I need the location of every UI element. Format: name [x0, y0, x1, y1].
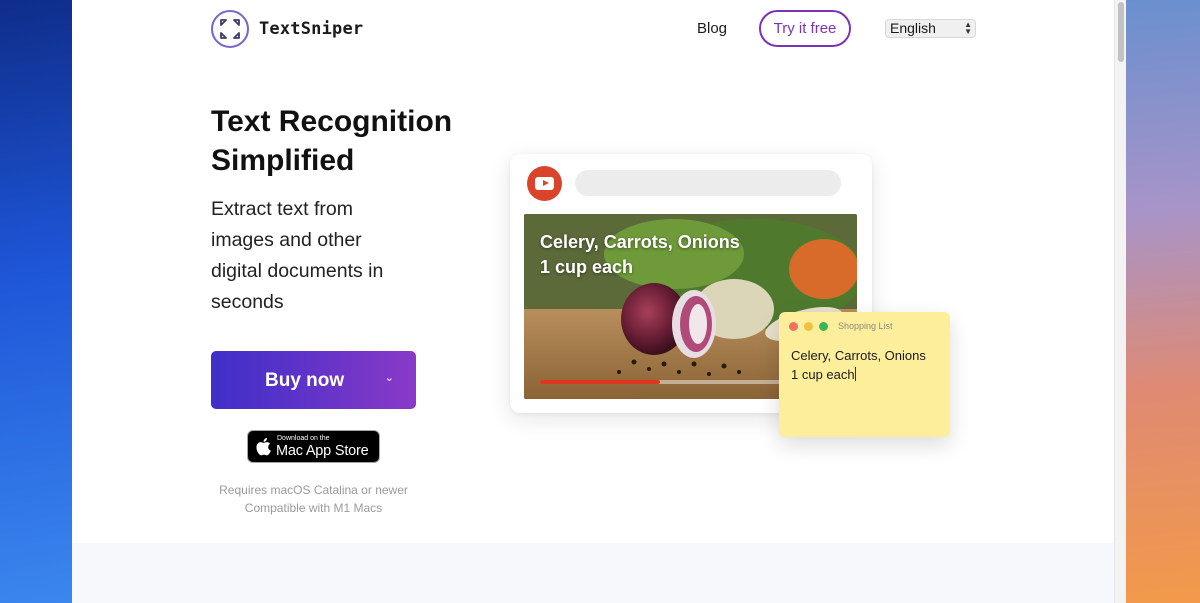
- mac-app-store-badge[interactable]: Download on the Mac App Store: [247, 430, 380, 463]
- buy-now-label: Buy now: [265, 370, 345, 391]
- note-title: Shopping List: [838, 321, 893, 331]
- video-caption: Celery, Carrots, Onions 1 cup each: [540, 232, 740, 277]
- language-selected: English: [890, 20, 936, 36]
- appstore-big-text: Mac App Store: [276, 443, 369, 459]
- zoom-window-dot[interactable]: [819, 322, 828, 331]
- buy-now-button[interactable]: Buy now ⌄: [211, 351, 416, 409]
- nav-blog-link[interactable]: Blog: [697, 20, 727, 37]
- chevron-down-icon[interactable]: ⌄: [385, 371, 394, 384]
- video-progress-fill: [540, 380, 660, 384]
- appstore-small-text: Download on the: [277, 435, 330, 442]
- apple-icon: [256, 437, 271, 456]
- close-window-dot[interactable]: [789, 322, 798, 331]
- sticky-note: Shopping List Celery, Carrots, Onions 1 …: [779, 312, 950, 437]
- requirements: Requires macOS Catalina or newer Compati…: [211, 481, 416, 517]
- note-text[interactable]: Celery, Carrots, Onions 1 cup each: [791, 346, 946, 384]
- hero-title: Text Recognition Simplified: [211, 105, 453, 177]
- desktop-wallpaper-right: [1126, 0, 1200, 603]
- desktop-wallpaper-left: [0, 0, 72, 603]
- scrollbar-thumb[interactable]: [1118, 2, 1124, 62]
- hero-subtitle: Extract text from images and other digit…: [211, 198, 384, 313]
- minimize-window-dot[interactable]: [804, 322, 813, 331]
- page-scrollbar[interactable]: [1114, 0, 1126, 603]
- brand-logo[interactable]: TextSniper: [211, 10, 363, 48]
- select-arrows-icon: ▲ ▼: [964, 20, 972, 36]
- language-select[interactable]: English ▲ ▼: [885, 19, 976, 38]
- youtube-icon: [527, 166, 562, 201]
- next-section-band: [72, 543, 1114, 603]
- browser-page: TextSniper Blog Try it free English ▲ ▼ T…: [72, 0, 1126, 603]
- requirement-m1: Compatible with M1 Macs: [244, 501, 383, 515]
- requirement-macos: Requires macOS Catalina or newer: [219, 483, 408, 497]
- mock-url-bar: [575, 170, 841, 196]
- brand-name: TextSniper: [259, 19, 364, 39]
- text-caret: [854, 367, 856, 381]
- note-text-content: Celery, Carrots, Onions 1 cup each: [791, 348, 926, 382]
- try-free-button[interactable]: Try it free: [759, 10, 851, 47]
- textsniper-logo-icon: [211, 10, 249, 48]
